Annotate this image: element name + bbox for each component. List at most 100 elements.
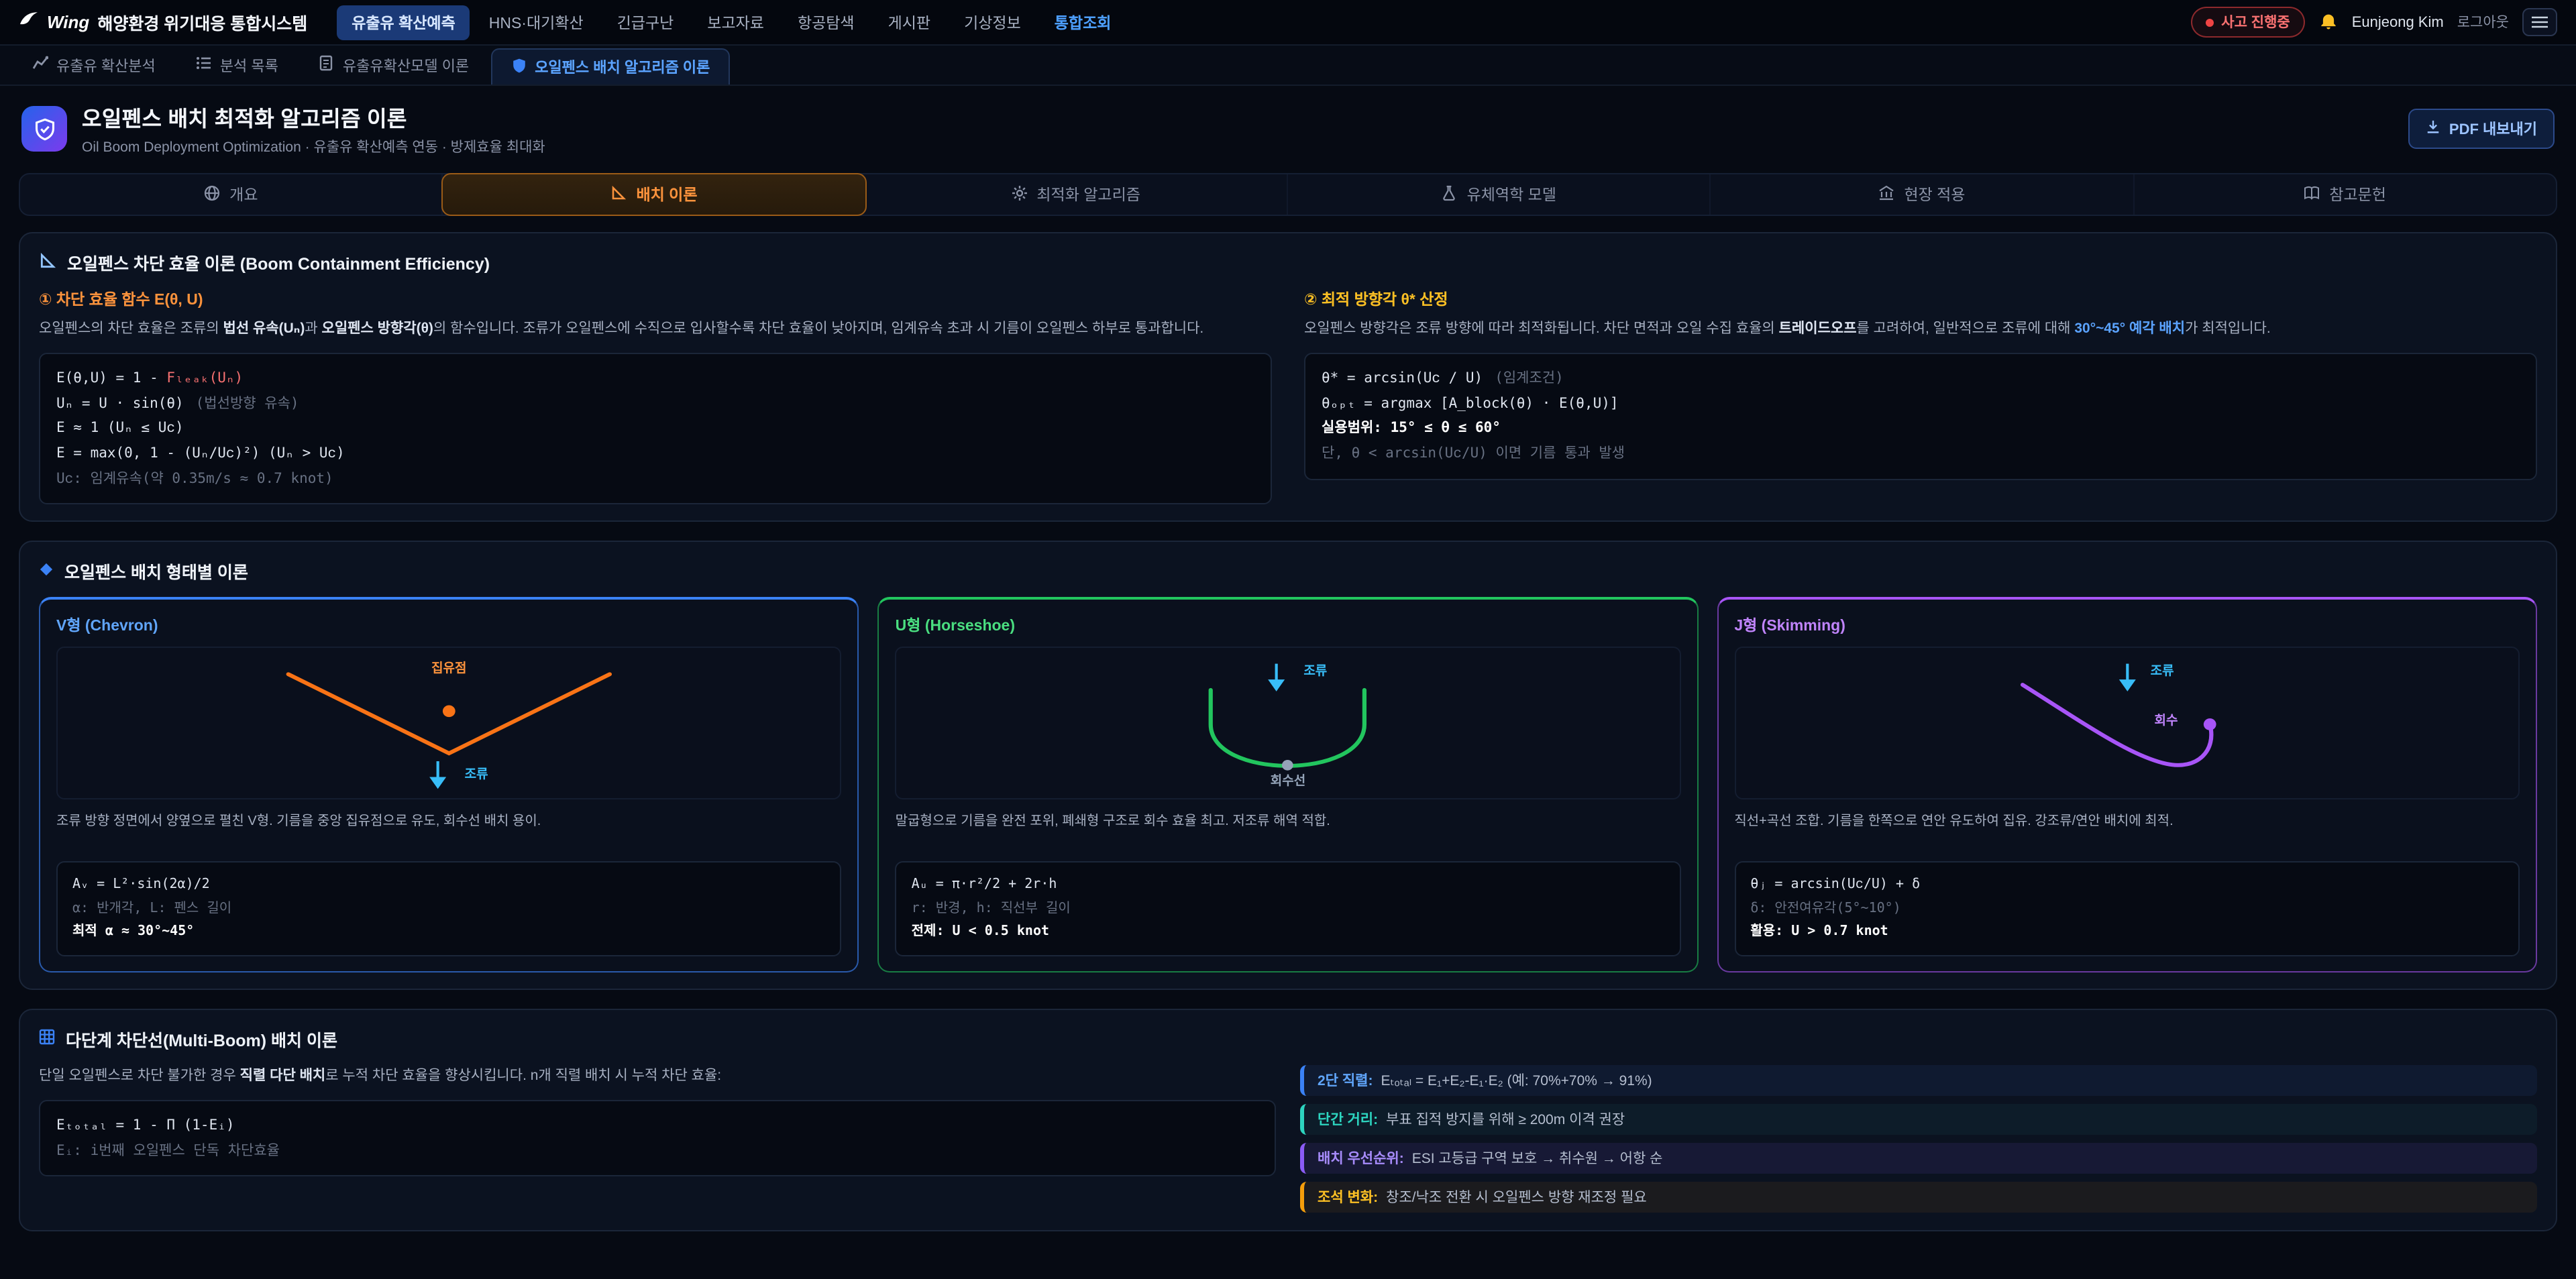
formula-line: E(θ,U) = 1 - Fₗₑₐₖ(Uₙ) [56, 366, 1254, 391]
layout-types-card: 오일펜스 배치 형태별 이론 V형 (Chevron) 집유점 조류 조류 방향… [19, 541, 2557, 990]
efficiency-function-heading: ① 차단 효율 함수 E(θ, U) [39, 288, 1272, 310]
layout-description: 직선+곡선 조합. 기름을 한쪽으로 연안 유도하여 집유. 강조류/연안 배치… [1734, 812, 2520, 850]
note-text: 부표 집적 방지를 위해 ≥ 200m 이격 권장 [1386, 1109, 1625, 1129]
layout-formula-block: Aᵤ = π·r²/2 + 2r·h r: 반경, h: 직선부 길이 전제: … [896, 862, 1681, 956]
efficiency-formula-block: E(θ,U) = 1 - Fₗₑₐₖ(Uₙ) Uₙ = U · sin(θ)(법… [39, 353, 1272, 505]
shield-icon [511, 57, 527, 77]
efficiency-left-column: ① 차단 효율 함수 E(θ, U) 오일펜스의 차단 효율은 조류의 법선 유… [39, 288, 1272, 505]
multiboom-notes-column: 2단 직렬: Eₜₒₜₐₗ = E₁+E₂-E₁·E₂ (예: 70%+70% … [1300, 1065, 2537, 1213]
j-curve-shape [1735, 649, 2518, 799]
layout-card-u-horseshoe: U형 (Horseshoe) 조류 회수선 말굽형으로 기름을 완전 포위, 폐… [878, 598, 1699, 972]
formula-line: 최적 α ≈ 30°~45° [72, 921, 826, 944]
triangle-ruler-icon [39, 252, 56, 273]
multiboom-left-column: 단일 오일펜스로 차단 불가한 경우 직렬 다단 배치로 누적 차단 효율을 향… [39, 1065, 1276, 1213]
tab-spill-analysis[interactable]: 유출유 확산분석 [13, 46, 174, 85]
status-dot-icon [2205, 18, 2213, 26]
page-title-block: 오일펜스 배치 최적화 알고리즘 이론 Oil Boom Deployment … [82, 101, 545, 157]
note-label: 배치 우선순위: [1318, 1148, 1404, 1168]
current-label: 조류 [465, 763, 488, 781]
recovery-label: 회수 [2154, 710, 2178, 729]
formula-line: 활용: U > 0.7 knot [1750, 921, 2504, 944]
page-subtitle: Oil Boom Deployment Optimization · 유출유 확… [82, 137, 545, 157]
page-title: 오일펜스 배치 최적화 알고리즘 이론 [82, 101, 545, 133]
section-tab-references[interactable]: 참고문헌 [2134, 174, 2556, 215]
section-tab-overview[interactable]: 개요 [20, 174, 443, 215]
top-navbar: Wing 해양환경 위기대응 통합시스템 유출유 확산예측 HNS·대기확산 긴… [0, 0, 2576, 46]
document-icon [319, 55, 335, 75]
collection-point-label: 집유점 [431, 658, 466, 677]
layout-types-card-title: 오일펜스 배치 형태별 이론 [39, 559, 2537, 584]
section-tab-optimization-algorithm[interactable]: 최적화 알고리즘 [865, 174, 1288, 215]
note-label: 조석 변화: [1318, 1187, 1378, 1207]
layout-name: V형 (Chevron) [56, 615, 842, 636]
nav-item-reports[interactable]: 보고자료 [692, 5, 779, 40]
globe-icon [204, 184, 220, 205]
layout-name: U형 (Horseshoe) [896, 615, 1681, 636]
nav-item-board[interactable]: 게시판 [873, 5, 946, 40]
efficiency-function-paragraph: 오일펜스의 차단 효율은 조류의 법선 유속(Uₙ)과 오일펜스 방향각(θ)의… [39, 318, 1272, 341]
app-root: Wing 해양환경 위기대응 통합시스템 유출유 확산예측 HNS·대기확산 긴… [0, 0, 2576, 1279]
note-text: ESI 고등급 구역 보호 → 취수원 → 어항 순 [1412, 1148, 1663, 1168]
layout-card-v-chevron: V형 (Chevron) 집유점 조류 조류 방향 정면에서 양옆으로 펼친 V… [39, 598, 859, 972]
book-icon [2304, 184, 2320, 205]
efficiency-right-column: ② 최적 방향각 θ* 산정 오일펜스 방향각은 조류 방향에 따라 최적화됩니… [1304, 288, 2537, 505]
formula-line: Eₜₒₜₐₗ = 1 - Π (1-Eᵢ) [56, 1113, 1258, 1138]
nav-item-emergency-rescue[interactable]: 긴급구난 [602, 5, 689, 40]
logo-text: Wing [47, 12, 89, 32]
note-text: Eₜₒₜₐₗ = E₁+E₂-E₁·E₂ (예: 70%+70% → 91%) [1381, 1070, 1652, 1091]
topnav-right: 사고 진행중 Eunjeong Kim 로그아웃 [2190, 7, 2557, 38]
u-horseshoe-diagram: 조류 회수선 [896, 647, 1681, 800]
note-text: 창조/낙조 전환 시 오일펜스 방향 재조정 필요 [1386, 1187, 1647, 1207]
user-name: Eunjeong Kim [2352, 14, 2444, 30]
hamburger-menu-button[interactable] [2522, 8, 2557, 36]
formula-line: 전제: U < 0.5 knot [912, 921, 1665, 944]
gear-icon [1011, 184, 1027, 205]
pdf-export-label: PDF 내보내기 [2449, 118, 2537, 140]
multiboom-formula-block: Eₜₒₜₐₗ = 1 - Π (1-Eᵢ) Eᵢ: i번째 오일펜스 단독 차단… [39, 1100, 1276, 1177]
formula-note: 단, θ < arcsin(Uᴄ/U) 이면 기름 통과 발생 [1322, 441, 2520, 466]
nav-item-aerial-search[interactable]: 항공탐색 [783, 5, 869, 40]
layout-formula-block: Aᵥ = L²·sin(2α)/2 α: 반개각, L: 펜스 길이 최적 α … [56, 862, 842, 956]
multiboom-card-title: 다단계 차단선(Multi-Boom) 배치 이론 [39, 1026, 2537, 1052]
card-title-text: 오일펜스 배치 형태별 이론 [64, 559, 248, 584]
section-tab-field-application[interactable]: 현장 적용 [1711, 174, 2135, 215]
nav-item-integrated-search[interactable]: 통합조회 [1040, 5, 1126, 40]
note-tidal-change: 조석 변화: 창조/낙조 전환 시 오일펜스 방향 재조정 필요 [1300, 1182, 2537, 1213]
formula-note: α: 반개각, L: 펜스 길이 [72, 897, 826, 921]
tab-analysis-list[interactable]: 분석 목록 [177, 46, 297, 85]
tab-boom-algorithm-theory[interactable]: 오일펜스 배치 알고리즘 이론 [490, 48, 730, 85]
pdf-export-button[interactable]: PDF 내보내기 [2409, 109, 2555, 149]
formula-line: θₒₚₜ = argmax [A_block(θ) · E(θ,U)] [1322, 391, 2520, 416]
section-tab-hydrodynamics-model[interactable]: 유체역학 모델 [1288, 174, 1711, 215]
nav-item-weather-info[interactable]: 기상정보 [949, 5, 1036, 40]
section-tab-deployment-theory[interactable]: 배치 이론 [442, 173, 867, 216]
card-title-text: 오일펜스 차단 효율 이론 (Boom Containment Efficien… [67, 249, 490, 275]
j-skimming-diagram: 조류 회수 [1734, 647, 2520, 800]
boom-shield-icon [21, 106, 67, 152]
tab-label: 오일펜스 배치 알고리즘 이론 [535, 56, 710, 78]
v-chevron-diagram: 집유점 조류 [56, 647, 842, 800]
section-tab-label: 현장 적용 [1904, 184, 1965, 205]
formula-note: r: 반경, h: 직선부 길이 [912, 897, 1665, 921]
layout-type-grid: V형 (Chevron) 집유점 조류 조류 방향 정면에서 양옆으로 펼친 V… [39, 598, 2537, 972]
note-label: 단간 거리: [1318, 1109, 1378, 1129]
optimal-angle-formula-block: θ* = arcsin(Uᴄ / U)(임계조건) θₒₚₜ = argmax … [1304, 353, 2537, 480]
brand: Wing 해양환경 위기대응 통합시스템 [19, 9, 307, 35]
nav-item-hns-air-dispersion[interactable]: HNS·대기확산 [474, 5, 598, 40]
logout-button[interactable]: 로그아웃 [2457, 12, 2509, 32]
page-tabbar: 유출유 확산분석 분석 목록 유출유확산모델 이론 오일펜스 배치 알고리즘 이… [0, 46, 2576, 86]
section-tab-label: 참고문헌 [2329, 184, 2386, 205]
grid-icon [39, 1029, 55, 1049]
tab-dispersion-model-theory[interactable]: 유출유확산모델 이론 [300, 46, 488, 85]
optimal-angle-paragraph: 오일펜스 방향각은 조류 방향에 따라 최적화됩니다. 차단 면적과 오일 수집… [1304, 318, 2537, 341]
section-tab-label: 개요 [229, 184, 258, 205]
tab-label: 분석 목록 [220, 54, 278, 76]
notifications-button[interactable] [2318, 10, 2339, 34]
main-nav: 유출유 확산예측 HNS·대기확산 긴급구난 보고자료 항공탐색 게시판 기상정… [337, 5, 2174, 40]
nav-item-oil-spill-prediction[interactable]: 유출유 확산예측 [337, 5, 470, 40]
formula-line: E = max(0, 1 - (Uₙ/Uᴄ)²) (Uₙ > Uᴄ) [56, 441, 1254, 466]
formula-line: 실용범위: 15° ≤ θ ≤ 60° [1322, 416, 2520, 441]
triangle-ruler-icon [610, 184, 627, 205]
optimal-angle-heading: ② 최적 방향각 θ* 산정 [1304, 288, 2537, 310]
formula-line: Aᵤ = π·r²/2 + 2r·h [912, 874, 1665, 897]
